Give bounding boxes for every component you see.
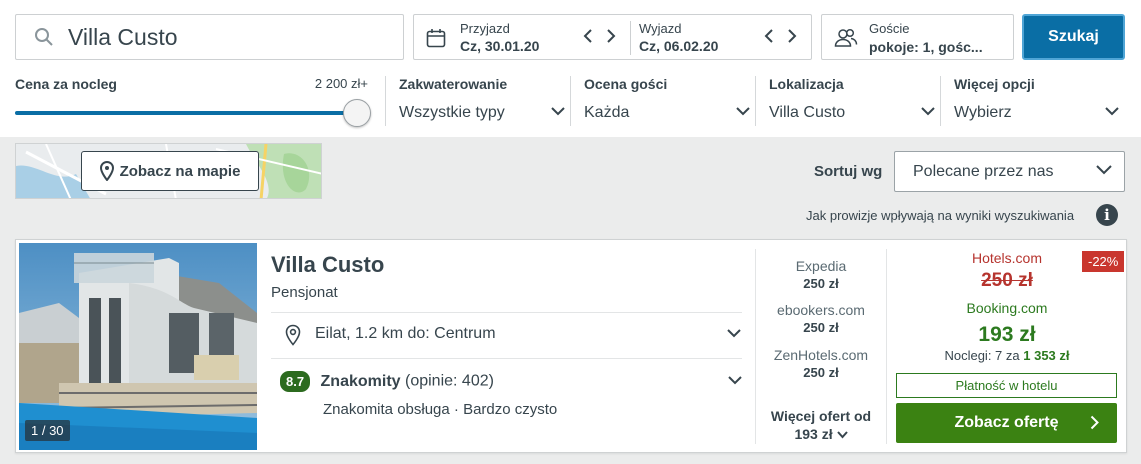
rating-word: Znakomity [320,372,401,390]
destination-input[interactable] [68,23,368,51]
offer-price: 250 zł [803,320,839,335]
checkin-label: Przyjazd [460,21,510,36]
offer-provider: Expedia [795,258,847,274]
date-divider [630,21,631,55]
commission-note[interactable]: Jak prowizje wpływają na wyniki wyszukiw… [806,208,1074,223]
sort-label: Sortuj wg [814,163,883,180]
more-offers-label: Więcej ofert od [770,408,872,424]
price-slider-track[interactable] [15,111,358,115]
price-slider-handle[interactable] [343,99,371,127]
top-offer-price: 193 zł [978,323,1036,346]
offer-price: 250 zł [803,365,839,380]
search-header: Przyjazd Cz, 30.01.20 Wyjazd Cz, 06.02.2… [0,0,1141,137]
location-text: Eilat, 1.2 km do: Centrum [315,325,496,342]
checkin-value: Cz, 30.01.20 [460,38,540,54]
filter-more-options-label: Więcej opcji [954,76,1035,92]
filter-accommodation-value: Wszystkie typy [399,104,505,121]
filter-accommodation-label: Zakwaterowanie [399,76,508,92]
filter-more-options[interactable]: Więcej opcji Wybierz [940,76,1125,126]
checkout-arrows [763,27,799,45]
chevron-down-icon [551,107,565,116]
checkin-arrows [582,27,618,45]
chevron-down-icon [1096,165,1112,175]
rating-score-badge: 8.7 [280,371,311,392]
checkout-next-icon[interactable] [785,27,799,45]
date-picker[interactable]: Przyjazd Cz, 30.01.20 Wyjazd Cz, 06.02.2… [413,14,812,60]
view-offer-label: Zobacz ofertę [954,414,1059,431]
chevron-down-icon [921,107,935,116]
photo-counter: 1 / 30 [25,420,70,441]
map-pin-icon [99,161,114,181]
offer-ebookers[interactable]: ebookers.com 250 zł [756,302,886,335]
discount-badge: -22% [1082,251,1125,272]
divider [271,358,742,359]
checkin-next-icon[interactable] [604,27,618,45]
strike-offer-price: 250 zł [981,270,1033,291]
more-offers-price-row: 193 zł [756,426,886,442]
filter-location[interactable]: Lokalizacja Villa Custo [755,76,941,126]
view-on-map-button[interactable]: Zobacz na mapie [81,151,259,191]
location-pin-icon [285,324,301,346]
hotel-photo-image [19,243,257,450]
chevron-down-icon [728,376,742,385]
filter-guest-rating[interactable]: Ocena gości Każda [570,76,756,126]
more-offers-price: 193 zł [794,426,833,442]
guests-label: Goście [869,21,910,36]
rating-reviews: (opinie: 402) [405,372,494,390]
hotel-photo[interactable]: 1 / 30 [19,243,257,450]
nights-total: Noclegi: 7 za 1 353 zł [896,348,1118,363]
checkout-label: Wyjazd [639,21,682,36]
pay-at-hotel-badge: Płatność w hotelu [896,373,1117,398]
divider [271,312,742,313]
offer-provider: ZenHotels.com [773,347,869,363]
checkin-prev-icon[interactable] [582,27,596,45]
chevron-right-icon [1090,415,1099,430]
filter-location-value: Villa Custo [769,104,846,121]
filter-more-options-value: Wybierz [954,104,1012,121]
nights-total-price: 1 353 zł [1023,348,1070,363]
hotel-result-card[interactable]: 1 / 30 Villa Custo Pensjonat Eilat, 1.2 … [15,239,1127,453]
view-on-map-label: Zobacz na mapie [119,162,241,180]
price-filter-max: 2 200 zł+ [314,76,368,91]
top-offer-provider: Booking.com [966,300,1048,316]
filter-guest-rating-label: Ocena gości [584,76,668,92]
checkout-block[interactable]: Wyjazd Cz, 06.02.20 [639,21,718,54]
filter-location-label: Lokalizacja [769,76,844,92]
divider [886,249,887,444]
more-offers-link[interactable]: Więcej ofert od 193 zł [756,408,886,442]
chevron-down-icon [836,431,848,439]
rating-row[interactable]: 8.7 Znakomity (opinie: 402) [280,371,742,393]
search-button[interactable]: Szukaj [1022,14,1125,60]
sort-dropdown[interactable]: Polecane przez nas [894,151,1125,192]
guests-selector[interactable]: Goście pokoje: 1, gośc... [821,14,1014,60]
view-offer-button[interactable]: Zobacz ofertę [896,403,1117,443]
hotel-type: Pensjonat [271,284,338,301]
chevron-down-icon [727,329,741,338]
location-row[interactable]: Eilat, 1.2 km do: Centrum [271,324,741,346]
hotel-name[interactable]: Villa Custo [271,252,384,278]
price-filter: Cena za nocleg 2 200 zł+ [15,76,372,127]
info-icon[interactable]: i [1096,204,1118,226]
calendar-icon [426,29,446,48]
offer-expedia[interactable]: Expedia 250 zł [756,258,886,291]
checkin-block[interactable]: Przyjazd Cz, 30.01.20 [460,21,539,54]
offer-price: 250 zł [803,276,839,291]
sort-value: Polecane przez nas [913,163,1054,180]
destination-search-field[interactable] [15,14,404,60]
checkout-prev-icon[interactable] [763,27,777,45]
guests-icon [834,28,858,47]
chevron-down-icon [1105,107,1119,116]
offer-zenhotels[interactable]: ZenHotels.com 250 zł [756,347,886,380]
search-icon [35,28,53,46]
filter-accommodation[interactable]: Zakwaterowanie Wszystkie typy [385,76,571,126]
chevron-down-icon [736,107,750,116]
filter-guest-rating-value: Każda [584,104,630,121]
nights-text: Noclegi: 7 za [944,348,1020,363]
offer-provider: ebookers.com [777,302,865,318]
hotel-perks: Znakomita obsługa · Bardzo czysto [323,401,558,418]
checkout-value: Cz, 06.02.20 [639,38,719,54]
guests-value: pokoje: 1, gośc... [869,39,983,55]
